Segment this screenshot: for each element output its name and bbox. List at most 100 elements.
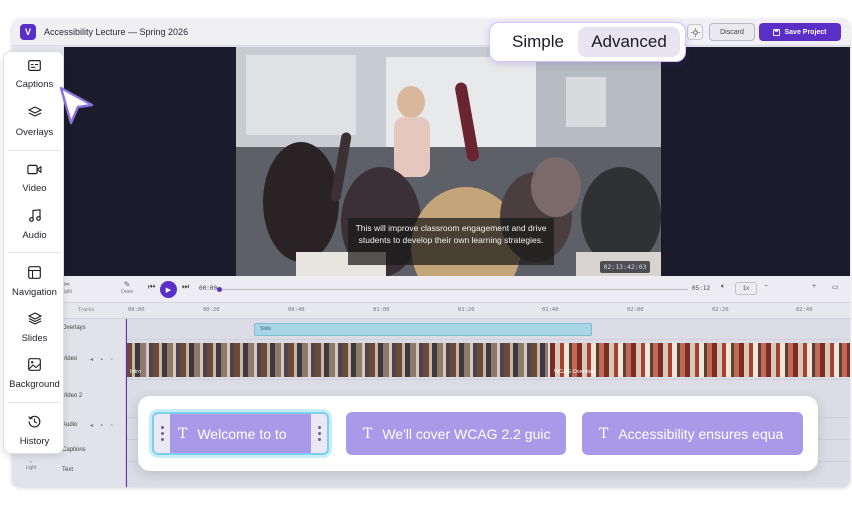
sidebar-item-label: Navigation: [12, 287, 57, 298]
ruler-mark: 01:40: [542, 307, 559, 313]
ruler-mark: 02:40: [796, 307, 813, 313]
zoom-in-icon[interactable]: +: [812, 283, 816, 290]
clip-drag-handle-right[interactable]: [311, 414, 327, 453]
caption-clip-text: Welcome to to: [197, 425, 287, 442]
sidebar-item-label: Overlays: [15, 127, 54, 138]
scrub-bar[interactable]: [218, 289, 688, 290]
track-label-text: Text: [62, 467, 74, 473]
speed-select[interactable]: 1x: [735, 282, 757, 295]
play-icon: ▶: [165, 286, 172, 294]
skip-forward-icon[interactable]: ⏭: [182, 282, 189, 292]
save-project-button[interactable]: Save Project: [759, 23, 841, 41]
ruler-mark: 00:20: [203, 307, 220, 313]
sidebar-item-label: Captions: [15, 79, 54, 90]
lane-divider: [126, 339, 850, 340]
audio-track-controls[interactable]: ◂ ▪ ▫: [90, 422, 116, 429]
sidebar-item-video[interactable]: Video: [4, 164, 65, 196]
ruler-mark: 00:40: [288, 307, 305, 313]
fullscreen-icon[interactable]: ▭: [832, 283, 839, 291]
ruler-mark: 01:20: [458, 307, 475, 313]
pencil-icon: ✎: [123, 280, 131, 289]
text-type-icon: T: [363, 425, 373, 442]
sidebar-item-overlays[interactable]: Overlays: [4, 106, 65, 140]
top-bar: V Accessibility Lecture — Spring 2026 Di…: [12, 19, 850, 46]
history-icon: [28, 415, 41, 428]
timeline-toolbar: ✂ Split ✎ Draw ⏮ ▶ ⏭ 00:00 05:12 🔈︎ 1x − +…: [12, 276, 850, 303]
video-clip-intro[interactable]: [126, 343, 548, 377]
scrub-handle[interactable]: [217, 287, 222, 292]
ruler-mark: 00:00: [128, 307, 145, 313]
sidebar-item-audio[interactable]: Audio: [4, 209, 65, 243]
sidebar-divider: [8, 402, 61, 403]
tracks-header: Tracks: [78, 307, 95, 313]
sun-icon: [690, 27, 700, 37]
caption-clips-panel: T Welcome to to T We'll cover WCAG 2.2 g…: [138, 396, 818, 471]
track-label-video-2: Video 2: [62, 393, 83, 399]
caption-clip-text: We'll cover WCAG 2.2 guic: [382, 425, 551, 442]
caption-clip-text: Accessibility ensures equa: [618, 425, 784, 442]
play-button[interactable]: ▶: [160, 281, 177, 298]
track-label-captions: Captions: [62, 447, 86, 453]
video-frame[interactable]: This will improve classroom engagement a…: [236, 47, 661, 276]
sidebar-item-background[interactable]: Background: [4, 358, 65, 392]
navigation-layout-icon: [28, 266, 41, 279]
caption-clip-selected[interactable]: T Welcome to to: [152, 412, 329, 455]
ruler-mark: 02:00: [627, 307, 644, 313]
text-type-icon: T: [178, 425, 188, 442]
sidebar-divider: [8, 252, 61, 253]
sidebar-item-captions[interactable]: Captions: [4, 60, 65, 92]
sidebar-item-navigation[interactable]: Navigation: [4, 266, 65, 300]
caption-clip[interactable]: T We'll cover WCAG 2.2 guic: [346, 412, 566, 455]
playhead[interactable]: [126, 319, 127, 487]
theme-toggle-button[interactable]: [687, 24, 703, 40]
total-time: 05:12: [692, 285, 711, 292]
sidebar-item-label: Video: [22, 183, 47, 194]
app-logo[interactable]: V: [20, 24, 36, 40]
save-icon: [773, 28, 781, 36]
video-camera-icon: [27, 164, 42, 175]
zoom-out-icon[interactable]: −: [764, 283, 768, 290]
ruler-mark: 02:20: [712, 307, 729, 313]
time-ruler[interactable]: Tracks 00:00 00:20 00:40 01:00 01:20 01:…: [12, 303, 850, 319]
slide-clip[interactable]: Slide: [254, 323, 592, 336]
slides-stack-icon: [27, 312, 42, 325]
mouse-cursor-icon: [59, 86, 94, 125]
sidebar-item-label: Audio: [22, 230, 47, 241]
sidebar-divider: [8, 150, 61, 151]
current-time: 00:00: [199, 285, 218, 292]
sidebar-item-history[interactable]: History: [4, 415, 65, 449]
sidebar-item-slides[interactable]: Slides: [4, 312, 65, 346]
skip-back-icon[interactable]: ⏮: [148, 282, 155, 292]
video-track-controls[interactable]: ◂ ▪ ▫: [90, 356, 116, 363]
mode-simple-option[interactable]: Simple: [496, 27, 580, 57]
project-title: Accessibility Lecture — Spring 2026: [44, 27, 189, 37]
tools-sidebar: Captions Overlays Video Audio Navigation…: [3, 51, 64, 454]
video-preview-area: This will improve classroom engagement a…: [64, 47, 850, 276]
discard-button[interactable]: Discard: [709, 23, 755, 41]
draw-tool-label: Draw: [121, 289, 133, 295]
clip-drag-handle-left[interactable]: [154, 414, 170, 453]
mode-toggle: Simple Advanced: [489, 22, 686, 62]
text-type-icon: T: [599, 425, 609, 442]
captions-icon: [28, 60, 41, 71]
music-note-icon: [28, 209, 41, 222]
sidebar-item-label: Background: [9, 379, 60, 390]
sidebar-item-label: History: [19, 436, 50, 447]
video-clip-label: WCAG Overview: [554, 369, 596, 375]
caption-clip[interactable]: T Accessibility ensures equa: [582, 412, 803, 455]
layers-icon: [27, 106, 42, 117]
video-timecode: 02:13:42:03: [600, 261, 650, 273]
ruler-mark: 01:00: [373, 307, 390, 313]
save-project-label: Save Project: [784, 28, 827, 36]
video-clip-label: Intro: [130, 369, 142, 375]
lane-divider: [126, 379, 850, 380]
mode-advanced-option[interactable]: Advanced: [578, 27, 680, 57]
track-label-overlays: Overlays: [62, 325, 86, 331]
volume-icon[interactable]: 🔈︎: [721, 283, 725, 291]
light-mode-button[interactable]: ☼ Light: [22, 459, 40, 471]
light-mode-label: Light: [25, 465, 37, 471]
image-icon: [28, 358, 41, 371]
caption-overlay[interactable]: This will improve classroom engagement a…: [348, 218, 554, 265]
sidebar-item-label: Slides: [21, 333, 48, 344]
draw-tool[interactable]: ✎ Draw: [118, 280, 136, 295]
